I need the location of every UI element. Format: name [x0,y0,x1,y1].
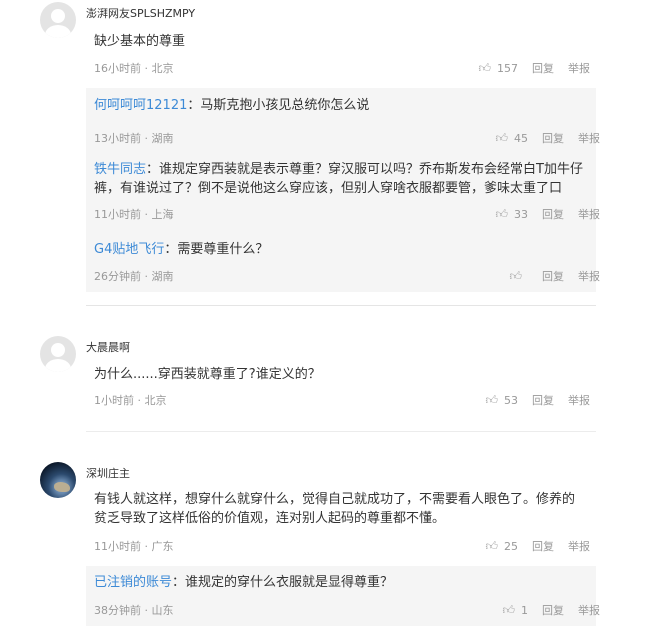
reply-actions: 👍︎ 回复 举报 [509,268,600,284]
reply-meta: 11小时前 · 上海 [94,208,174,221]
like-button[interactable]: 👍︎ 157 [478,61,518,76]
like-count: 53 [504,393,518,407]
thumbs-up-icon: 👍︎ [485,392,498,407]
reply-username[interactable]: G4贴地飞行 [94,242,164,257]
avatar[interactable] [40,2,76,38]
like-count: 157 [497,61,518,75]
reply-button[interactable]: 回复 [542,206,564,222]
comment-actions: 👍︎ 53 回复 举报 [485,392,590,408]
reply-text: 需要尊重什么？ [177,242,269,257]
reply-button[interactable]: 回复 [542,130,564,146]
like-button[interactable]: 👍︎ 33 [495,207,528,222]
reply-button[interactable]: 回复 [532,392,554,408]
reply-text-line: 铁牛同志：谁规定穿西装就是表示尊重？穿汉服可以吗？乔布斯发布会经常白T加牛仔裤，… [94,160,584,198]
thumbs-up-icon: 👍︎ [495,130,508,145]
username[interactable]: 大晨晨啊 [86,339,130,355]
comment-meta: 1小时前 · 北京 [94,394,167,407]
comment-actions: 👍︎ 157 回复 举报 [478,60,590,76]
comment-text: 为什么......穿西装就尊重了?谁定义的？ [94,367,321,382]
reply-text-line: 已注销的账号：谁规定的穿什么衣服就是显得尊重？ [94,573,584,592]
report-button[interactable]: 举报 [568,538,590,554]
reply-text: 马斯克抱小孩见总统你怎么说 [200,98,370,113]
reply-separator: ： [146,162,160,177]
reply-meta: 38分钟前 · 山东 [94,604,174,617]
report-button[interactable]: 举报 [578,268,600,284]
reply-actions: 👍︎ 45 回复 举报 [495,130,600,146]
report-button[interactable]: 举报 [578,602,600,618]
report-button[interactable]: 举报 [568,392,590,408]
username[interactable]: 深圳庄主 [86,465,130,481]
reply-text: 谁规定穿西装就是表示尊重？穿汉服可以吗？乔布斯发布会经常白T加牛仔裤，有谁说过了… [94,162,583,196]
like-button[interactable]: 👍︎ 53 [485,393,518,408]
thumbs-up-icon: 👍︎ [478,60,491,75]
reply-username[interactable]: 铁牛同志 [94,162,146,177]
thumbs-up-icon: 👍︎ [502,602,515,617]
reply-text-line: 何呵呵呵12121：马斯克抱小孩见总统你怎么说 [94,96,584,115]
like-button[interactable]: 👍︎ 25 [485,539,518,554]
thumbs-up-icon: 👍︎ [485,538,498,553]
thumbs-up-icon: 👍︎ [509,268,522,283]
like-count: 25 [504,539,518,553]
divider [86,305,596,306]
reply-username[interactable]: 何呵呵呵12121 [94,98,187,113]
reply-separator: ： [187,98,201,113]
like-button[interactable]: 👍︎ 45 [495,131,528,146]
avatar[interactable] [40,336,76,372]
reply-button[interactable]: 回复 [542,268,564,284]
reply-separator: ： [172,575,186,590]
thumbs-up-icon: 👍︎ [495,206,508,221]
comment-meta: 11小时前 · 广东 [94,540,174,553]
reply-text: 谁规定的穿什么衣服就是显得尊重？ [185,575,394,590]
reply-meta: 26分钟前 · 湖南 [94,270,174,283]
reply-button[interactable]: 回复 [532,60,554,76]
comment-text: 有钱人就这样，想穿什么就穿什么，觉得自己就成功了，不需要看人眼色了。修养的贫乏导… [94,492,576,526]
reply-actions: 👍︎ 1 回复 举报 [502,602,600,618]
reply-button[interactable]: 回复 [532,538,554,554]
like-button[interactable]: 👍︎ [509,269,528,284]
comment-text: 缺少基本的尊重 [94,34,186,49]
avatar[interactable] [40,462,76,498]
comment-actions: 👍︎ 25 回复 举报 [485,538,590,554]
divider [86,431,596,432]
comment-meta: 16小时前 · 北京 [94,62,174,75]
report-button[interactable]: 举报 [578,206,600,222]
reply-separator: ： [164,242,178,257]
report-button[interactable]: 举报 [568,60,590,76]
report-button[interactable]: 举报 [578,130,600,146]
reply-text-line: G4贴地飞行：需要尊重什么？ [94,240,584,259]
like-count: 33 [514,207,528,221]
reply-box: 何呵呵呵12121：马斯克抱小孩见总统你怎么说 13小时前 · 湖南 👍︎ 45 … [86,88,600,292]
like-button[interactable]: 👍︎ 1 [502,603,528,618]
reply-actions: 👍︎ 33 回复 举报 [495,206,600,222]
like-count: 45 [514,131,528,145]
reply-box: 已注销的账号：谁规定的穿什么衣服就是显得尊重？ 38分钟前 · 山东 👍︎ 1 回… [86,566,600,626]
reply-button[interactable]: 回复 [542,602,564,618]
reply-meta: 13小时前 · 湖南 [94,132,174,145]
like-count: 1 [521,603,528,617]
username[interactable]: 澎湃网友SPLSHZMPY [86,5,195,21]
reply-username[interactable]: 已注销的账号 [94,575,172,590]
